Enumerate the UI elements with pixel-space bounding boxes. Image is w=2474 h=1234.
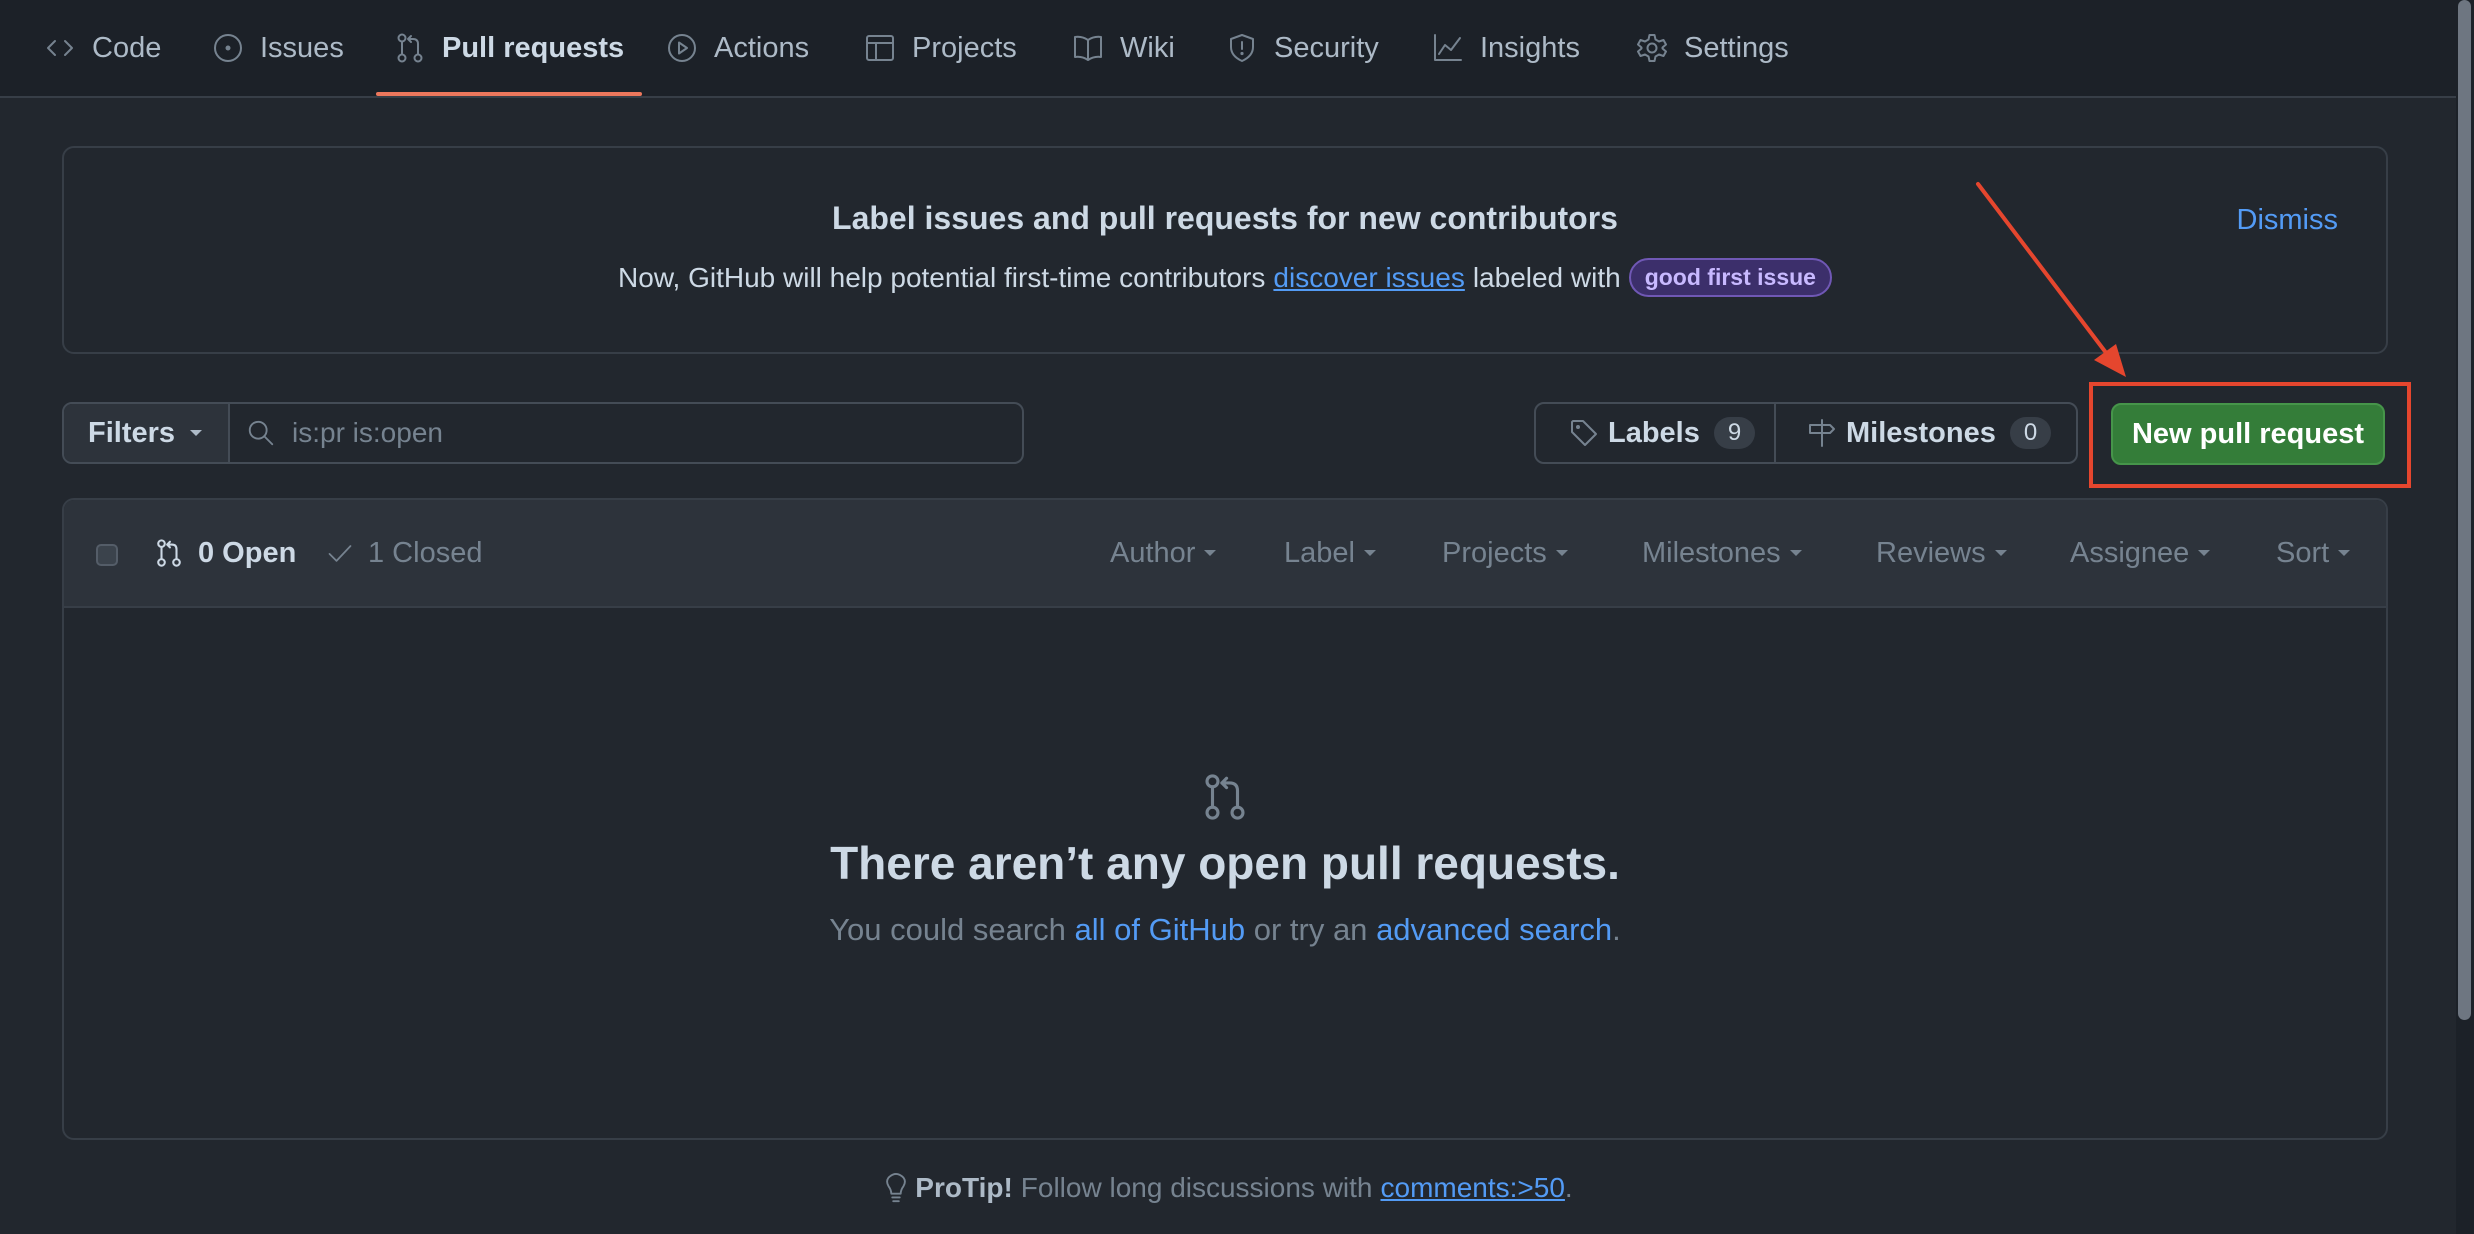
tab-actions-label: Actions — [714, 31, 810, 64]
projects-filter-label: Projects — [1442, 536, 1547, 569]
caret-down-icon — [1789, 550, 1802, 556]
empty-state-title: There aren’t any open pull requests. — [830, 837, 1620, 889]
protip-label: ProTip! — [915, 1172, 1013, 1203]
comments-search-link[interactable]: comments:>50 — [1381, 1172, 1565, 1204]
code-icon — [47, 40, 73, 56]
tab-settings-label: Settings — [1684, 31, 1789, 64]
caret-down-icon — [1204, 550, 1217, 556]
reviews-filter[interactable]: Reviews — [1876, 500, 2008, 606]
tab-wiki-label: Wiki — [1120, 31, 1175, 64]
shield-icon — [1230, 34, 1254, 62]
tab-security[interactable]: Security — [1226, 0, 1379, 96]
tab-projects-label: Projects — [912, 31, 1017, 64]
projects-filter[interactable]: Projects — [1442, 500, 1569, 606]
check-icon — [328, 545, 352, 562]
labels-count: 9 — [1713, 417, 1756, 449]
sort-filter[interactable]: Sort — [2276, 500, 2351, 606]
caret-down-icon — [1363, 550, 1376, 556]
label-filter-label: Label — [1284, 536, 1355, 569]
light-bulb-icon — [886, 1173, 907, 1203]
closed-count-label: 1 Closed — [368, 536, 483, 569]
labels-label: Labels — [1608, 416, 1700, 449]
tab-projects[interactable]: Projects — [864, 0, 1017, 96]
search-container — [230, 404, 1022, 462]
tab-code-label: Code — [92, 31, 162, 64]
tab-settings[interactable]: Settings — [1636, 0, 1789, 96]
caret-down-icon — [2198, 550, 2211, 556]
good-first-issue-label[interactable]: good first issue — [1628, 258, 1832, 297]
advanced-search-link[interactable]: advanced search — [1376, 912, 1612, 947]
open-count-label: 0 Open — [198, 536, 297, 569]
tab-issues-label: Issues — [260, 31, 344, 64]
scrollbar-thumb[interactable] — [2458, 0, 2471, 1020]
git-pull-request-icon — [397, 33, 423, 63]
search-input[interactable] — [290, 416, 994, 450]
assignee-filter-label: Assignee — [2070, 536, 2190, 569]
tab-pull-requests-label: Pull requests — [442, 31, 625, 64]
empty-state-text: You could search all of GitHub or try an… — [64, 912, 2386, 948]
labels-button[interactable]: Labels 9 — [1536, 404, 1776, 462]
discover-issues-link[interactable]: discover issues — [1273, 262, 1464, 294]
caret-down-icon — [1994, 550, 2007, 556]
annotation-arrow-icon — [1976, 182, 2126, 377]
open-filter[interactable]: 0 Open — [154, 500, 296, 606]
milestones-count: 0 — [2009, 417, 2052, 449]
issue-opened-icon — [214, 34, 242, 62]
table-icon — [866, 35, 894, 61]
protip-text: Follow long discussions with — [1020, 1172, 1373, 1203]
repo-nav: Code Issues Pull requests Actions Projec… — [0, 0, 2456, 98]
search-icon — [248, 420, 274, 446]
banner-text-after: labeled with — [1472, 261, 1621, 293]
reviews-filter-label: Reviews — [1876, 536, 1986, 569]
milestones-filter[interactable]: Milestones — [1642, 500, 1803, 606]
play-icon — [668, 34, 696, 62]
protip: ProTip! Follow long discussions with com… — [0, 1172, 2456, 1204]
tab-pull-requests[interactable]: Pull requests — [375, 0, 643, 96]
filters-button[interactable]: Filters — [64, 404, 230, 462]
label-filter[interactable]: Label — [1284, 500, 1377, 606]
closed-filter[interactable]: 1 Closed — [326, 500, 482, 606]
graph-icon — [1434, 34, 1462, 61]
book-icon — [1074, 35, 1102, 61]
empty-text-before: You could search — [829, 912, 1066, 947]
tab-code[interactable]: Code — [44, 0, 161, 96]
tab-insights-label: Insights — [1480, 31, 1580, 64]
select-all-checkbox[interactable] — [96, 544, 118, 566]
tab-issues[interactable]: Issues — [212, 0, 344, 96]
git-pull-request-icon — [157, 539, 181, 567]
tag-icon — [1571, 420, 1597, 446]
tab-insights[interactable]: Insights — [1432, 0, 1580, 96]
banner-text-before: Now, GitHub will help potential first-ti… — [618, 261, 1266, 293]
all-of-github-link[interactable]: all of GitHub — [1075, 912, 1246, 947]
gear-icon — [1637, 34, 1667, 62]
list-header: 0 Open 1 Closed Author Label Projects Mi… — [64, 500, 2386, 608]
milestones-filter-label: Milestones — [1642, 536, 1781, 569]
milestone-icon — [1809, 419, 1835, 447]
annotation-highlight-box — [2089, 382, 2411, 488]
caret-down-icon — [190, 430, 203, 436]
author-filter-label: Author — [1110, 536, 1196, 569]
empty-text-middle: or try an — [1253, 912, 1368, 947]
empty-text-after: . — [1612, 912, 1621, 947]
protip-end: . — [1564, 1172, 1573, 1203]
tab-actions[interactable]: Actions — [666, 0, 809, 96]
git-pull-request-icon — [1205, 774, 1245, 820]
pull-request-list: 0 Open 1 Closed Author Label Projects Mi… — [62, 498, 2388, 1140]
dismiss-button[interactable]: Dismiss — [2237, 204, 2339, 237]
tab-security-label: Security — [1274, 31, 1379, 64]
assignee-filter[interactable]: Assignee — [2070, 500, 2211, 606]
author-filter[interactable]: Author — [1110, 500, 1217, 606]
caret-down-icon — [2338, 550, 2351, 556]
tab-wiki[interactable]: Wiki — [1072, 0, 1175, 96]
milestones-button[interactable]: Milestones 0 — [1776, 404, 2052, 462]
labels-milestones-group: Labels 9 Milestones 0 — [1534, 402, 2078, 464]
milestones-label: Milestones — [1846, 416, 1996, 449]
sort-filter-label: Sort — [2276, 536, 2330, 569]
filters-search-group: Filters — [62, 402, 1024, 464]
filters-label: Filters — [88, 416, 176, 449]
caret-down-icon — [1555, 550, 1568, 556]
